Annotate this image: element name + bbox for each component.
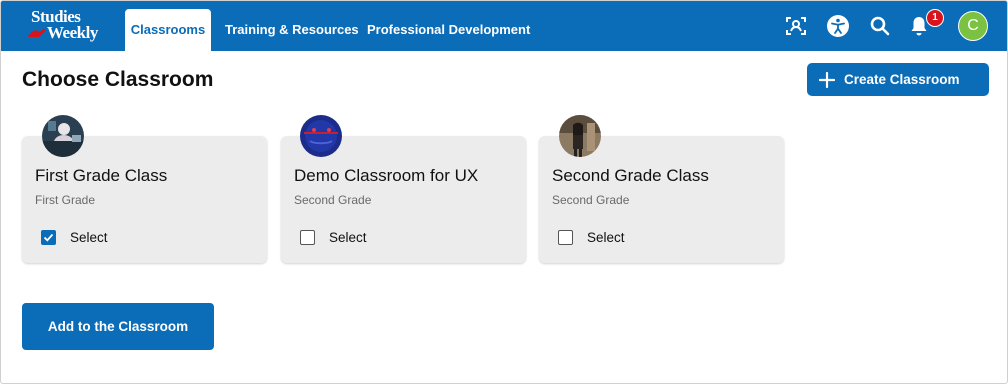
select-label: Select (329, 229, 367, 245)
classroom-grade: First Grade (35, 193, 96, 207)
select-checkbox-row[interactable]: Select (300, 228, 367, 246)
tab-training-resources[interactable]: Training & Resources (225, 9, 359, 51)
scan-user-icon[interactable] (784, 14, 808, 38)
page-title: Choose Classroom (22, 68, 214, 91)
add-to-classroom-button[interactable]: Add to the Classroom (22, 303, 214, 350)
create-classroom-label: Create Classroom (844, 72, 960, 87)
select-checkbox[interactable] (300, 229, 315, 245)
select-checkbox-row[interactable]: Select (558, 228, 625, 246)
plus-icon (819, 71, 835, 88)
classroom-name: Demo Classroom for UX (294, 166, 479, 185)
classroom-grade: Second Grade (552, 193, 630, 207)
select-label: Select (70, 229, 108, 245)
search-icon[interactable] (868, 14, 892, 38)
select-checkbox-row[interactable]: Select (41, 228, 108, 246)
top-nav: Studies Weekly Classrooms Training & Res… (1, 1, 1007, 51)
select-checkbox[interactable] (41, 229, 56, 245)
checkmark-icon (43, 233, 54, 242)
logo-text-line2: Weekly (47, 23, 98, 42)
classroom-grade: Second Grade (294, 193, 372, 207)
studies-weekly-logo[interactable]: Studies Weekly (27, 8, 107, 44)
create-classroom-button[interactable]: Create Classroom (807, 63, 989, 96)
tab-professional-development[interactable]: Professional Development (367, 9, 530, 51)
logo-swoosh-icon (28, 29, 46, 37)
accessibility-icon[interactable] (826, 14, 850, 38)
classroom-avatar-image (559, 115, 601, 157)
app-frame: Studies Weekly Classrooms Training & Res… (0, 0, 1008, 384)
classroom-avatar-image (42, 115, 84, 157)
classroom-name: First Grade Class (35, 166, 168, 185)
select-label: Select (587, 229, 625, 245)
classroom-avatar-image (300, 115, 342, 157)
classroom-name: Second Grade Class (552, 166, 709, 185)
select-checkbox[interactable] (558, 229, 573, 245)
tab-classrooms[interactable]: Classrooms (125, 9, 211, 51)
user-avatar[interactable]: C (958, 11, 988, 41)
notification-badge: 1 (926, 9, 944, 27)
